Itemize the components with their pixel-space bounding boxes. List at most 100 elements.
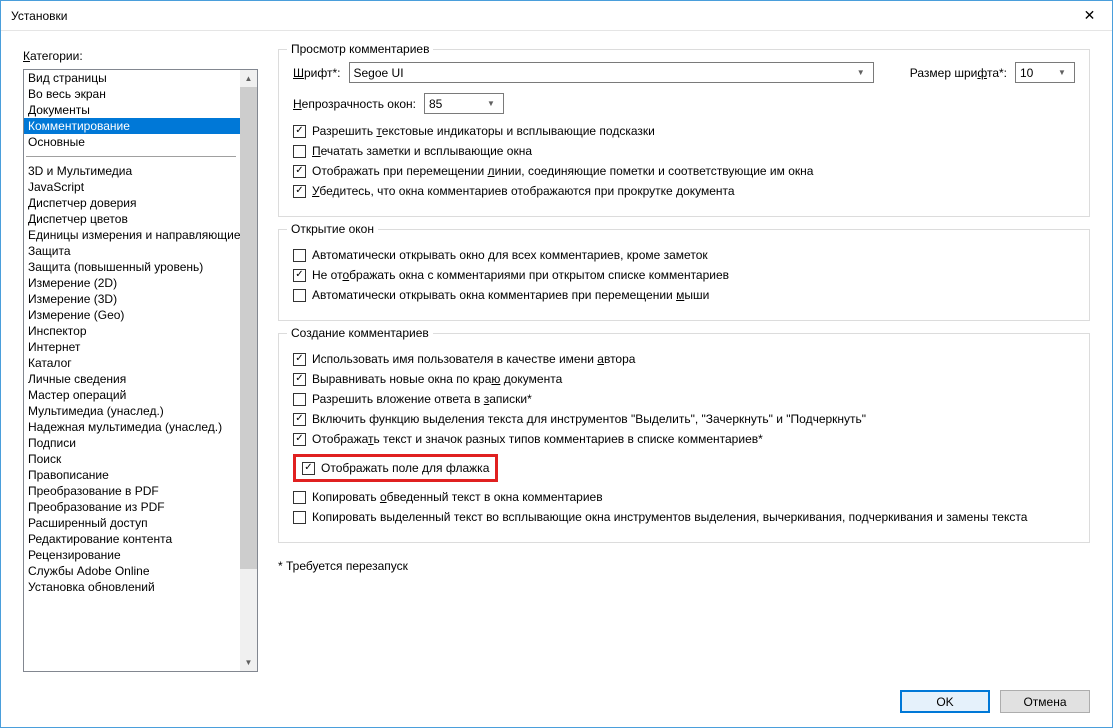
checkbox-row: Автоматически открывать окно для всех ко… [293,248,1075,262]
category-item[interactable]: Расширенный доступ [24,515,240,531]
checkbox-row: Убедитесь, что окна комментариев отображ… [293,184,1075,198]
opacity-label: Непрозрачность окон: [293,97,416,111]
checkbox[interactable] [293,125,306,138]
checkbox[interactable] [293,165,306,178]
font-label: Шрифт*: [293,66,341,80]
checkbox[interactable] [293,353,306,366]
checkbox-label[interactable]: Автоматически открывать окно для всех ко… [312,248,708,262]
checkbox-label[interactable]: Убедитесь, что окна комментариев отображ… [312,184,735,198]
checkbox[interactable] [293,185,306,198]
group-open-windows: Открытие окон Автоматически открывать ок… [278,229,1090,321]
chevron-down-icon: ▼ [483,99,499,108]
checkbox-row: Выравнивать новые окна по краю документа [293,372,1075,386]
checkbox-label[interactable]: Копировать выделенный текст во всплывающ… [312,510,1027,524]
ok-button[interactable]: OK [900,690,990,713]
category-item[interactable]: Преобразование из PDF [24,499,240,515]
category-item[interactable]: Надежная мультимедиа (унаслед.) [24,419,240,435]
scroll-up-button[interactable]: ▲ [240,70,257,87]
checkbox[interactable] [293,511,306,524]
checkbox-label[interactable]: Печатать заметки и всплывающие окна [312,144,532,158]
checkbox-label[interactable]: Выравнивать новые окна по краю документа [312,372,562,386]
checkbox-label[interactable]: Использовать имя пользователя в качестве… [312,352,635,366]
checkbox-row: Копировать выделенный текст во всплывающ… [293,510,1075,524]
category-item[interactable]: Защита (повышенный уровень) [24,259,240,275]
checkbox-label[interactable]: Копировать обведенный текст в окна комме… [312,490,603,504]
category-item[interactable]: Измерение (2D) [24,275,240,291]
category-item[interactable]: JavaScript [24,179,240,195]
checkbox[interactable] [293,249,306,262]
content-area: Категории: Вид страницыВо весь экранДоку… [1,31,1112,682]
category-item[interactable]: Диспетчер цветов [24,211,240,227]
category-item[interactable]: Диспетчер доверия [24,195,240,211]
category-item[interactable]: Измерение (3D) [24,291,240,307]
checkbox[interactable] [293,491,306,504]
checkbox-label[interactable]: Автоматически открывать окна комментарие… [312,288,709,302]
titlebar: Установки ✕ [1,1,1112,31]
checkbox[interactable] [293,289,306,302]
category-item[interactable]: 3D и Мультимедиа [24,163,240,179]
checkbox[interactable] [293,145,306,158]
footnote: * Требуется перезапуск [278,559,1090,573]
checkbox-row: Разрешить текстовые индикаторы и всплыва… [293,124,1075,138]
group-title: Создание комментариев [287,326,433,340]
category-item[interactable]: Правописание [24,467,240,483]
group-view-comments: Просмотр комментариев Шрифт*: Segoe UI ▼… [278,49,1090,217]
checkbox-label[interactable]: Разрешить вложение ответа в записки* [312,392,532,406]
categories-label: Категории: [23,49,258,63]
checkbox-row: Включить функцию выделения текста для ин… [293,412,1075,426]
checkbox[interactable] [293,269,306,282]
checkbox[interactable] [302,462,315,475]
button-bar: OK Отмена [1,682,1112,727]
settings-window: Установки ✕ Категории: Вид страницыВо ве… [0,0,1113,728]
checkbox-row: Использовать имя пользователя в качестве… [293,352,1075,366]
group-title: Открытие окон [287,222,378,236]
scroll-track[interactable] [240,87,257,654]
close-button[interactable]: ✕ [1067,1,1112,31]
category-item[interactable]: Документы [24,102,240,118]
category-item[interactable]: Интернет [24,339,240,355]
checkbox-label[interactable]: Отображать поле для флажка [321,461,489,475]
settings-panel: Просмотр комментариев Шрифт*: Segoe UI ▼… [278,49,1090,672]
checkbox-row: Копировать обведенный текст в окна комме… [293,490,1075,504]
category-item[interactable]: Единицы измерения и направляющие [24,227,240,243]
checkbox[interactable] [293,373,306,386]
close-icon: ✕ [1084,7,1096,24]
category-item[interactable]: Поиск [24,451,240,467]
chevron-down-icon: ▼ [1054,68,1070,77]
category-item[interactable]: Преобразование в PDF [24,483,240,499]
category-item[interactable]: Во весь экран [24,86,240,102]
scroll-thumb[interactable] [240,87,257,569]
category-item[interactable]: Инспектор [24,323,240,339]
category-item[interactable]: Мастер операций [24,387,240,403]
category-item[interactable]: Основные [24,134,240,150]
checkbox-label[interactable]: Не отображать окна с комментариями при о… [312,268,729,282]
category-item[interactable]: Рецензирование [24,547,240,563]
checkbox[interactable] [293,433,306,446]
checkbox-label[interactable]: Включить функцию выделения текста для ин… [312,412,866,426]
category-item[interactable]: Измерение (Geo) [24,307,240,323]
checkbox-label[interactable]: Отображать текст и значок разных типов к… [312,432,763,446]
scrollbar[interactable]: ▲ ▼ [240,70,257,671]
category-item[interactable]: Вид страницы [24,70,240,86]
sidebar: Категории: Вид страницыВо весь экранДоку… [23,49,258,672]
category-item[interactable]: Каталог [24,355,240,371]
cancel-button[interactable]: Отмена [1000,690,1090,713]
category-item[interactable]: Мультимедиа (унаслед.) [24,403,240,419]
category-item[interactable]: Установка обновлений [24,579,240,595]
checkbox[interactable] [293,393,306,406]
scroll-down-button[interactable]: ▼ [240,654,257,671]
category-item[interactable]: Комментирование [24,118,240,134]
category-item[interactable]: Личные сведения [24,371,240,387]
category-item[interactable]: Подписи [24,435,240,451]
checkbox-label[interactable]: Отображать при перемещении линии, соедин… [312,164,813,178]
category-item[interactable]: Службы Adobe Online [24,563,240,579]
category-item[interactable]: Защита [24,243,240,259]
font-select[interactable]: Segoe UI ▼ [349,62,874,83]
checkbox-row: Не отображать окна с комментариями при о… [293,268,1075,282]
category-item[interactable]: Редактирование контента [24,531,240,547]
checkbox-label[interactable]: Разрешить текстовые индикаторы и всплыва… [312,124,655,138]
font-size-select[interactable]: 10 ▼ [1015,62,1075,83]
checkbox[interactable] [293,413,306,426]
font-size-label: Размер шрифта*: [910,66,1007,80]
opacity-select[interactable]: 85 ▼ [424,93,504,114]
